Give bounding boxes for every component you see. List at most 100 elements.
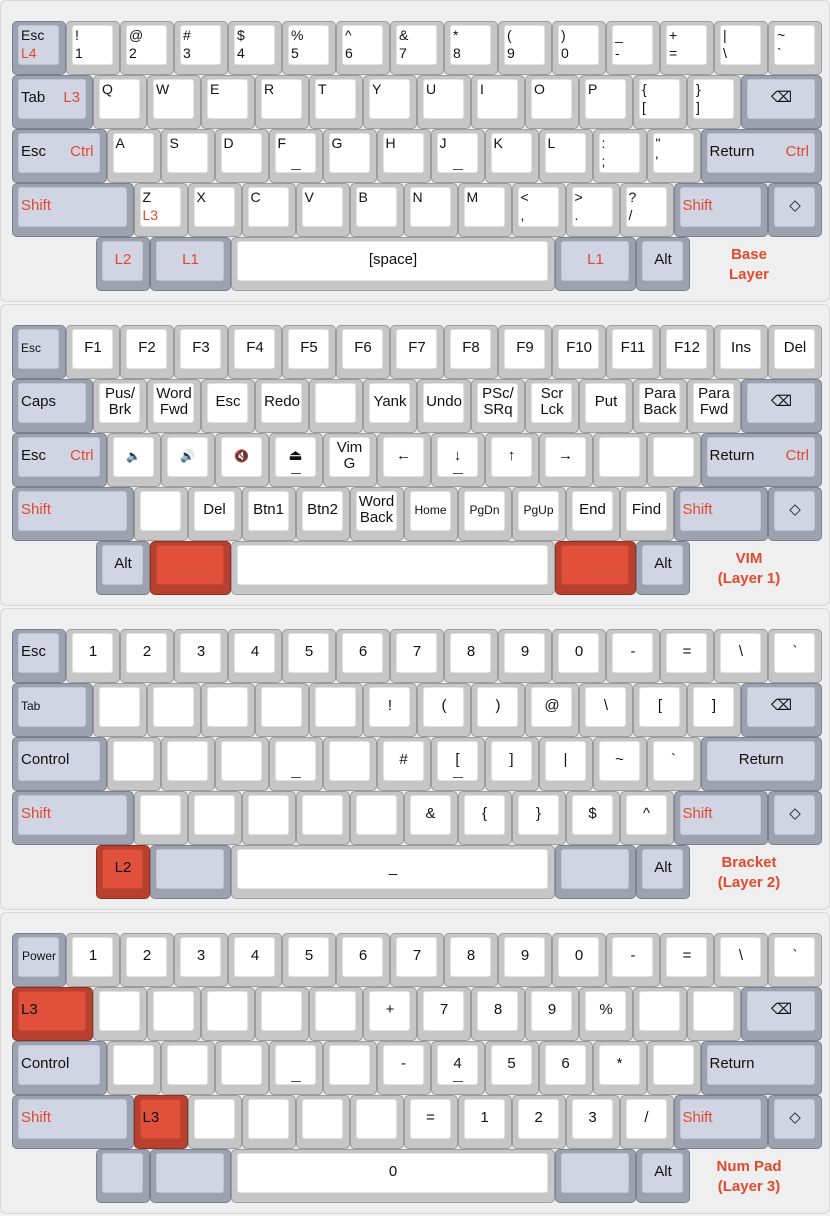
key-blank[interactable]: _ bbox=[231, 845, 555, 899]
key-shift[interactable]: Shift bbox=[673, 487, 768, 541]
key-1[interactable]: 1 bbox=[66, 629, 120, 683]
key-blank[interactable] bbox=[255, 987, 309, 1041]
key-u[interactable]: U bbox=[417, 75, 471, 129]
key-arrow-up[interactable]: ↑ bbox=[484, 433, 539, 487]
key-shift[interactable]: Shift bbox=[673, 791, 768, 845]
key-0[interactable]: 0 bbox=[552, 629, 606, 683]
key-btn2[interactable]: Btn2 bbox=[295, 487, 350, 541]
key-blank[interactable]: \ bbox=[579, 683, 633, 737]
key-backspace[interactable]: ⌫ bbox=[741, 987, 822, 1041]
key-m[interactable]: M bbox=[457, 183, 512, 237]
key-blank[interactable]: $4 bbox=[228, 21, 282, 75]
key-space[interactable]: [space] bbox=[231, 237, 555, 291]
key-2[interactable]: 2 bbox=[120, 933, 174, 987]
key-power[interactable]: Power bbox=[12, 933, 66, 987]
key-blank[interactable]: | bbox=[538, 737, 593, 791]
key-y[interactable]: Y bbox=[363, 75, 417, 129]
key-blank[interactable]: = bbox=[403, 1095, 458, 1149]
key-5[interactable]: 5 bbox=[484, 1041, 539, 1095]
key-blank[interactable] bbox=[309, 987, 363, 1041]
key-1[interactable]: 1 bbox=[66, 933, 120, 987]
key-f7[interactable]: F7 bbox=[390, 325, 444, 379]
key-home[interactable]: Home bbox=[403, 487, 458, 541]
key-arrow-down[interactable]: ↓ bbox=[430, 433, 485, 487]
key-blank[interactable] bbox=[687, 987, 741, 1041]
key-e[interactable]: E bbox=[201, 75, 255, 129]
key-blank[interactable] bbox=[187, 791, 242, 845]
key-find[interactable]: Find bbox=[619, 487, 674, 541]
key-blank[interactable] bbox=[106, 1041, 161, 1095]
key-4[interactable]: 4 bbox=[228, 933, 282, 987]
key-blank[interactable]: @2 bbox=[120, 21, 174, 75]
key-f12[interactable]: F12 bbox=[660, 325, 714, 379]
key-blank[interactable] bbox=[106, 737, 161, 791]
key-x[interactable]: X bbox=[187, 183, 242, 237]
key-alt[interactable]: Alt bbox=[636, 845, 690, 899]
key-blank[interactable] bbox=[646, 1041, 701, 1095]
key-j[interactable]: J bbox=[430, 129, 485, 183]
key-blank[interactable] bbox=[160, 1041, 215, 1095]
key-diamond[interactable]: ◇ bbox=[768, 791, 822, 845]
key-undo[interactable]: Undo bbox=[417, 379, 471, 433]
key-arrow-right[interactable]: → bbox=[538, 433, 593, 487]
key-return[interactable]: Return bbox=[700, 737, 822, 791]
key-blank[interactable]: / bbox=[619, 1095, 674, 1149]
key-6[interactable]: 6 bbox=[538, 1041, 593, 1095]
key-del[interactable]: Del bbox=[768, 325, 822, 379]
key-return[interactable]: Return bbox=[700, 1041, 822, 1095]
key-r[interactable]: R bbox=[255, 75, 309, 129]
key-volume-down[interactable]: 🔈 bbox=[106, 433, 161, 487]
key-9[interactable]: 9 bbox=[525, 987, 579, 1041]
key-diamond[interactable]: ◇ bbox=[768, 183, 822, 237]
key-blank[interactable]: + bbox=[363, 987, 417, 1041]
key-shift[interactable]: Shift bbox=[12, 1095, 134, 1149]
key-blank[interactable] bbox=[241, 1095, 296, 1149]
key-esc[interactable]: Esc bbox=[12, 629, 66, 683]
key-pgdn[interactable]: PgDn bbox=[457, 487, 512, 541]
key-blank[interactable]: = bbox=[660, 629, 714, 683]
key-9[interactable]: 9 bbox=[498, 629, 552, 683]
key-blank[interactable]: ) 0 bbox=[552, 21, 606, 75]
key-alt[interactable]: Alt bbox=[96, 541, 150, 595]
key-yank[interactable]: Yank bbox=[363, 379, 417, 433]
key-3[interactable]: 3 bbox=[565, 1095, 620, 1149]
key-blank[interactable]: _ - bbox=[606, 21, 660, 75]
key-blank[interactable] bbox=[592, 433, 647, 487]
key-redo[interactable]: Redo bbox=[255, 379, 309, 433]
key-blank[interactable]: (9 bbox=[498, 21, 552, 75]
key-shift[interactable]: Shift bbox=[12, 791, 134, 845]
key-blank[interactable]: + = bbox=[660, 21, 714, 75]
key-blank[interactable]: #3 bbox=[174, 21, 228, 75]
key-blank[interactable]: * bbox=[592, 1041, 647, 1095]
key-arrow-left[interactable]: ← bbox=[376, 433, 431, 487]
key-blank[interactable]: $ bbox=[565, 791, 620, 845]
key-del[interactable]: Del bbox=[187, 487, 242, 541]
key-4[interactable]: 4 bbox=[430, 1041, 485, 1095]
key-diamond[interactable]: ◇ bbox=[768, 1095, 822, 1149]
key-blank[interactable]: = bbox=[660, 933, 714, 987]
key-ins[interactable]: Ins bbox=[714, 325, 768, 379]
key-tab[interactable]: Tab bbox=[12, 683, 93, 737]
key-z[interactable]: Z L3 bbox=[133, 183, 188, 237]
key-n[interactable]: N bbox=[403, 183, 458, 237]
key-p[interactable]: P bbox=[579, 75, 633, 129]
key-backspace[interactable]: ⌫ bbox=[741, 379, 822, 433]
key-shift[interactable]: Shift bbox=[673, 183, 768, 237]
key-alt[interactable]: Alt bbox=[636, 237, 690, 291]
key-f6[interactable]: F6 bbox=[336, 325, 390, 379]
key-blank[interactable] bbox=[633, 987, 687, 1041]
key-blank[interactable] bbox=[309, 379, 363, 433]
key-caps[interactable]: Caps bbox=[12, 379, 93, 433]
key-blank[interactable]: { bbox=[457, 791, 512, 845]
key-h[interactable]: H bbox=[376, 129, 431, 183]
key-blank[interactable]: ] bbox=[687, 683, 741, 737]
key-return[interactable]: Return Ctrl bbox=[700, 129, 822, 183]
key-blank[interactable]: - bbox=[606, 933, 660, 987]
key-0[interactable]: 0 bbox=[552, 933, 606, 987]
key-t[interactable]: T bbox=[309, 75, 363, 129]
key-blank[interactable]: | \ bbox=[714, 21, 768, 75]
key-diamond[interactable]: ◇ bbox=[768, 487, 822, 541]
key-blank[interactable]: & bbox=[403, 791, 458, 845]
key-blank[interactable]: ! bbox=[363, 683, 417, 737]
key-blank[interactable] bbox=[309, 683, 363, 737]
